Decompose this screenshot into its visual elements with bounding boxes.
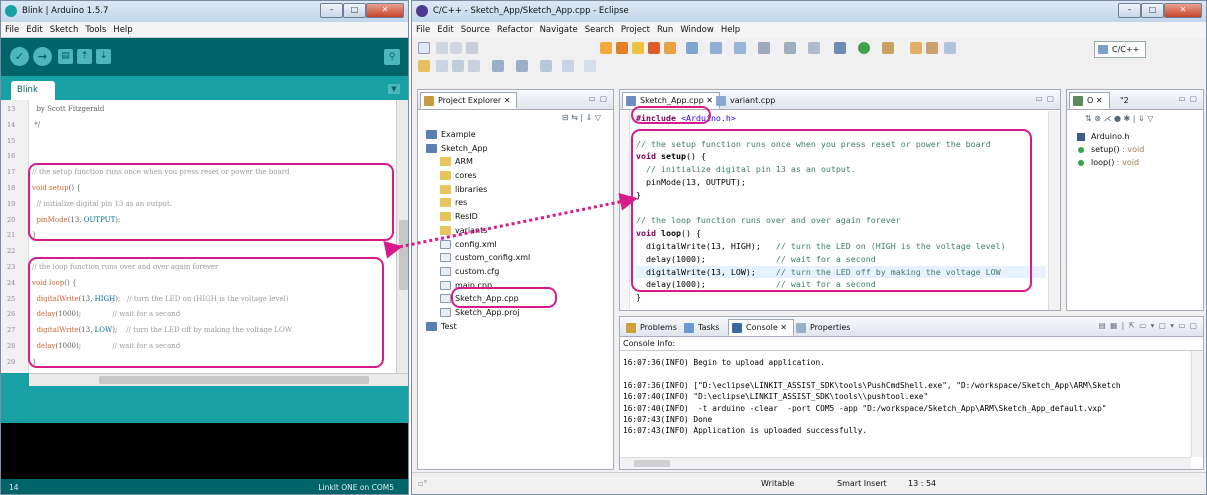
annotation-arrows [383, 192, 638, 259]
